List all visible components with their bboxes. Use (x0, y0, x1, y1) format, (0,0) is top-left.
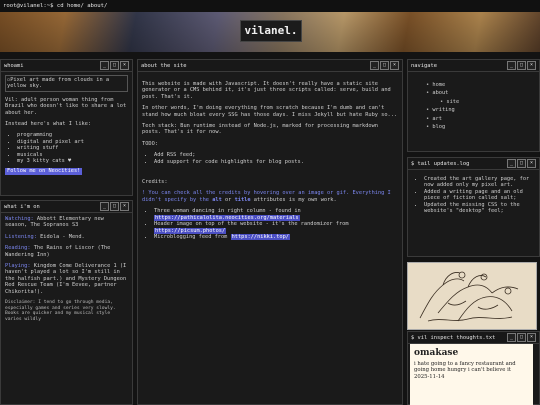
maximize-button[interactable]: □ (517, 333, 526, 342)
credit-text: Three woman dancing in right column - fo… (154, 208, 301, 215)
list-item: Microblogging feed from https://nikki.to… (154, 233, 398, 240)
credits-text-end: attributes is my own work. (253, 196, 337, 203)
credit-link[interactable]: https://picsum.photos/ (154, 227, 227, 234)
list-item: Added a writing page and an old piece of… (424, 189, 535, 202)
likes-heading: Instead here's what I like: (5, 121, 92, 128)
credits-heading: Credits: (142, 179, 168, 186)
todo-list: Add RSS feed; Add support for code highl… (142, 152, 398, 165)
list-item: Three woman dancing in right column - fo… (154, 208, 398, 221)
nav-item-site[interactable]: site (440, 99, 535, 105)
updates-list: Created the art gallery page, for now ad… (412, 176, 535, 214)
updates-log-title: $ tail updates.log (411, 160, 470, 167)
watching-line: Watching: Abbott Elementary new season, … (5, 216, 128, 229)
credit-text: Microblogging feed from (154, 233, 228, 240)
whoami-window: whoami _ □ × ▫Pixel art made from clouds i… (0, 59, 133, 196)
about-site-window: about the site _ □ × This website is made … (137, 59, 403, 405)
about-site-titlebar: about the site _ □ × (138, 60, 402, 72)
what-im-on-window: what i'm on _ □ × Watching: Abbott Element… (0, 200, 133, 405)
profile-image-alt: ▫Pixel art made from clouds in a yellow … (5, 75, 128, 92)
maximize-button[interactable]: □ (110, 61, 119, 70)
close-button[interactable]: × (527, 61, 536, 70)
what-im-on-title: what i'm on (4, 203, 40, 210)
maximize-button[interactable]: □ (380, 61, 389, 70)
terminal-prompt-bar: root@vilanel:~$ cd home/ about/ (0, 0, 540, 12)
list-item: my 3 kitty cats ♥ (17, 158, 128, 164)
listening-line: Listening: Eidola - Mend. (5, 234, 128, 240)
listening-label: Listening: (5, 233, 37, 240)
credit-link[interactable]: https://pathicalolita.neocities.org/mate… (154, 214, 300, 221)
close-button[interactable]: × (527, 333, 536, 342)
intro-text: Vil: adult person woman thing from Brazi… (5, 96, 127, 116)
dancing-figures-drawing (419, 271, 519, 322)
site-logo[interactable]: vilanel. (240, 20, 302, 42)
reading-line: Reading: The Rains of Liscor (The Wander… (5, 245, 128, 258)
credits-note: ! You can check all the credits by hover… (142, 190, 398, 203)
nav-item-art[interactable]: art (426, 116, 535, 122)
list-item: Created the art gallery page, for now ad… (424, 176, 535, 189)
watching-label: Watching: (5, 216, 34, 222)
minimize-button[interactable]: _ (100, 202, 109, 211)
credits-or: or (224, 196, 232, 203)
close-button[interactable]: × (390, 61, 399, 70)
minimize-button[interactable]: _ (100, 61, 109, 70)
minimize-button[interactable]: _ (507, 159, 516, 168)
title-keyword: title (234, 196, 251, 203)
nav-item-home[interactable]: home (426, 82, 535, 88)
img-alt-text: Pixel art made from clouds in a yellow s… (7, 77, 110, 90)
disclaimer-text: Disclaimer: I tend to go through media, … (5, 300, 116, 322)
dancing-women-image (407, 262, 537, 330)
reading-label: Reading: (5, 245, 31, 252)
credit-text: Header image on top of the website - it'… (154, 221, 349, 228)
list-item: Updated the missing CSS to the website's… (424, 202, 535, 215)
thoughts-feed: omakase i hate going to a fancy restaura… (410, 344, 533, 405)
nav-item-writing[interactable]: writing (426, 107, 535, 113)
thought-heading: omakase (414, 348, 459, 358)
close-button[interactable]: × (527, 159, 536, 168)
alt-keyword: alt (212, 196, 222, 203)
follow-neocities-button[interactable]: Follow me on Neocities! (5, 168, 83, 176)
thoughts-titlebar: $ vil inspect thoughts.txt _ □ × (408, 332, 539, 344)
navigate-titlebar: navigate _ □ × (408, 60, 539, 72)
about-paragraph-2: In other words, I'm doing everything fro… (142, 105, 398, 118)
playing-line: Playing: Kingdom Come Deliverance 1 (I h… (5, 263, 128, 295)
nav-list: home about site writing art blog (412, 82, 535, 130)
about-paragraph-1: This website is made with Javascript. It… (142, 81, 391, 100)
thought-text: i hate going to a fancy restaurant and g… (414, 361, 516, 374)
updates-log-window: $ tail updates.log _□× Created the art g… (407, 157, 540, 257)
maximize-button[interactable]: □ (517, 61, 526, 70)
navigate-title: navigate (411, 62, 437, 69)
credits-list: Three woman dancing in right column - fo… (142, 208, 398, 240)
about-site-title: about the site (141, 62, 187, 69)
minimize-button[interactable]: _ (507, 333, 516, 342)
credit-link[interactable]: https://nikki.top/ (230, 233, 290, 240)
todo-heading: TODO: (142, 140, 158, 147)
likes-list: programming digital and pixel art writin… (5, 132, 128, 164)
listening-value: Eidola - Mend. (40, 233, 85, 240)
whoami-title: whoami (4, 62, 24, 69)
playing-label: Playing: (5, 263, 31, 270)
close-button[interactable]: × (120, 202, 129, 211)
what-im-on-titlebar: what i'm on _ □ × (1, 201, 132, 213)
close-button[interactable]: × (120, 61, 129, 70)
nav-item-about[interactable]: about (426, 90, 535, 96)
thought-date: 2025-11-14 (414, 373, 445, 380)
minimize-button[interactable]: _ (370, 61, 379, 70)
thoughts-title: $ vil inspect thoughts.txt (411, 334, 496, 341)
whoami-titlebar: whoami _ □ × (1, 60, 132, 72)
minimize-button[interactable]: _ (507, 61, 516, 70)
prompt-text: root@vilanel:~$ cd home/ about/ (3, 3, 108, 9)
maximize-button[interactable]: □ (517, 159, 526, 168)
list-item: Add support for code highlights for blog… (154, 159, 398, 165)
about-paragraph-3: Tech stack: Bun runtime instead of Node.… (142, 123, 378, 136)
list-item: Header image on top of the website - it'… (154, 221, 398, 234)
updates-log-titlebar: $ tail updates.log _ □ × (408, 158, 539, 170)
maximize-button[interactable]: □ (110, 202, 119, 211)
nav-item-blog[interactable]: blog (426, 124, 535, 130)
navigate-window: navigate _□× home about site writing art… (407, 59, 540, 152)
